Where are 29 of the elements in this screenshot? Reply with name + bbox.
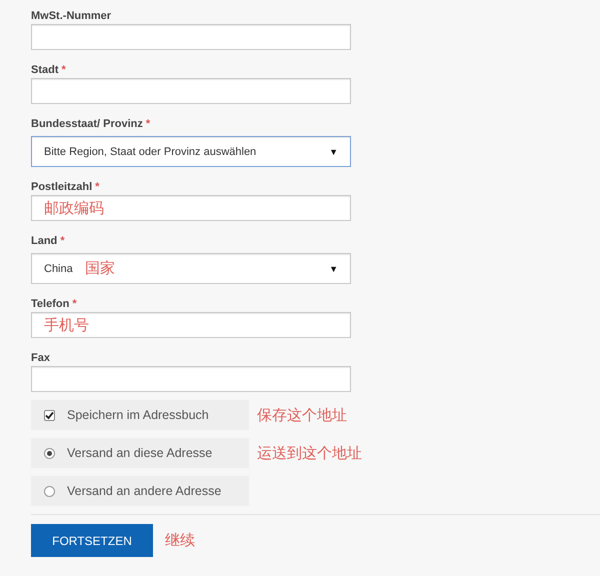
radio-option[interactable]: Versand an diese Adresse [31, 438, 249, 468]
annotation: 继续 [165, 531, 195, 550]
field-label: Telefon * [31, 298, 77, 310]
annotation: 手机号 [44, 316, 89, 334]
dropdown-arrow-icon: ▼ [329, 146, 338, 156]
field-label: Bundesstaat/ Provinz * [31, 118, 150, 130]
field-label: Postleitzahl * [31, 181, 100, 193]
input-field[interactable] [31, 366, 351, 392]
select-field[interactable]: Bitte Region, Staat oder Provinz auswählen ▼ [31, 136, 351, 167]
annotation: 国家 [84, 259, 115, 278]
checkbox-option[interactable]: Speichern im Adressbuch [31, 400, 249, 430]
field-label: MwSt.-Nummer [31, 10, 112, 22]
select-field[interactable]: China 国家 ▼ [31, 253, 351, 284]
annotation: 保存这个地址 [257, 406, 347, 424]
checkbox[interactable] [44, 410, 55, 420]
radio-button[interactable] [44, 448, 55, 458]
radio-option[interactable]: Versand an andere Adresse [31, 476, 249, 506]
input-field[interactable] [31, 24, 351, 50]
field-label: Land * [31, 235, 65, 247]
annotation: 邮政编码 [44, 198, 104, 218]
field-label: Fax [31, 352, 50, 364]
radio-button[interactable] [44, 486, 55, 496]
input-field[interactable]: 邮政编码 [31, 195, 351, 221]
input-field[interactable]: 手机号 [31, 312, 351, 338]
dropdown-arrow-icon: ▼ [329, 264, 338, 274]
continue-button[interactable]: FORTSETZEN [31, 524, 153, 557]
field-label: Stadt * [31, 64, 66, 76]
annotation: 运送到这个地址 [257, 444, 362, 462]
input-field[interactable] [31, 78, 351, 104]
